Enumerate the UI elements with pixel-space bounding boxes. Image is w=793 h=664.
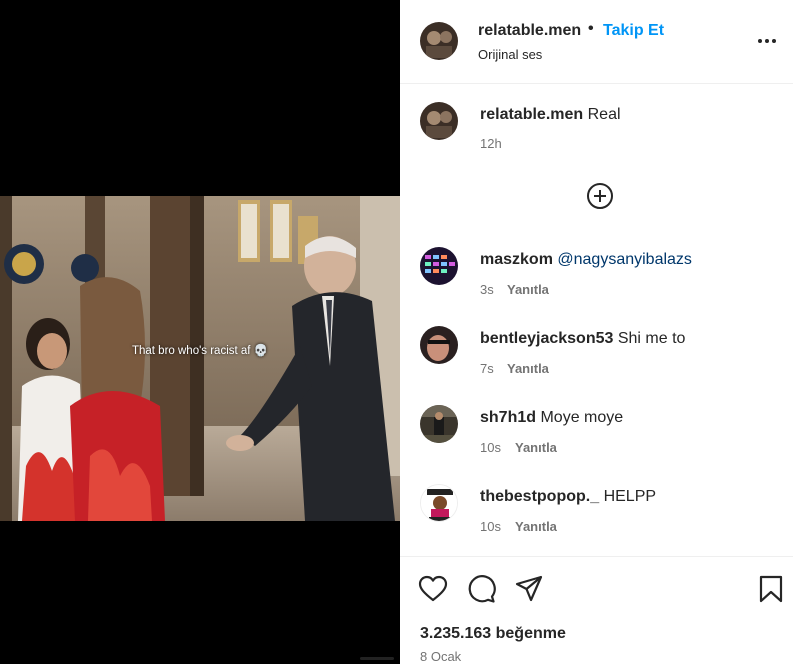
comment-item: bentleyjackson53 Shi me to 7s Yanıtla [400,326,793,396]
comment-username[interactable]: sh7h1d [480,409,536,426]
comment-mention[interactable]: @nagysanyibalazs [557,251,692,268]
post-header: relatable.men • Takip Et Orijinal ses [400,0,793,84]
post-date[interactable]: 8 Ocak [420,649,461,664]
comment-username[interactable]: maszkom [480,251,553,268]
caption-author-avatar[interactable] [420,102,458,140]
comment-text: HELPP [603,488,657,505]
comment-line: bentleyjackson53 Shi me to [480,330,685,348]
comment-line: maszkom @nagysanyibalazs [480,251,692,269]
comment-text: Moye moye [540,409,624,426]
comment-item: maszkom @nagysanyibalazs 3s Yanıtla [400,247,793,317]
video-still-image [0,196,400,521]
follow-button[interactable]: Takip Et [603,22,664,40]
reply-button[interactable]: Yanıtla [507,361,549,376]
author-username[interactable]: relatable.men [478,22,581,40]
comment-username[interactable]: bentleyjackson53 [480,330,613,347]
comment-line: sh7h1d Moye moye [480,409,623,427]
caption-username[interactable]: relatable.men [480,106,583,123]
load-more-comments-icon[interactable] [586,182,614,210]
comment-username[interactable]: thebestpopop._ [480,488,599,505]
caption-text: Real [587,106,621,123]
commenter-avatar[interactable] [420,405,458,443]
comment-item: sh7h1d Moye moye 10s Yanıtla [400,405,793,475]
video-progress-indicator [360,657,394,660]
post-detail-panel: relatable.men • Takip Et Orijinal ses re… [400,0,793,664]
reply-button[interactable]: Yanıtla [515,519,557,534]
heart-icon[interactable] [418,574,448,604]
caption-timestamp[interactable]: 12h [480,136,502,151]
share-icon[interactable] [514,574,544,604]
commenter-avatar[interactable] [420,247,458,285]
comment-timestamp[interactable]: 7s [480,361,494,376]
bookmark-icon[interactable] [756,574,786,604]
reply-button[interactable]: Yanıtla [515,440,557,455]
commenter-avatar[interactable] [420,484,458,522]
more-options-icon[interactable] [754,30,780,50]
comment-text: Shi me to [617,330,686,347]
video-caption-overlay: That bro who's racist af 💀 [131,345,269,357]
caption-line: relatable.men Real [480,106,621,124]
post-caption: relatable.men Real 12h [400,96,793,166]
reply-button[interactable]: Yanıtla [507,282,549,297]
commenter-avatar[interactable] [420,326,458,364]
audio-label[interactable]: Orijinal ses [478,47,542,62]
comment-icon[interactable] [466,574,496,604]
comment-line: thebestpopop._ HELPP [480,488,656,506]
video-player[interactable]: That bro who's racist af 💀 [0,0,400,664]
post-actions-bar: 3.235.163 beğenme 8 Ocak [400,556,793,664]
video-frame[interactable] [0,196,400,521]
comment-item: thebestpopop._ HELPP 10s Yanıtla [400,484,793,554]
comment-timestamp[interactable]: 10s [480,519,501,534]
like-count[interactable]: 3.235.163 beğenme [420,625,566,643]
author-avatar[interactable] [420,22,458,60]
comment-timestamp[interactable]: 3s [480,282,494,297]
separator-dot: • [588,20,594,37]
comment-timestamp[interactable]: 10s [480,440,501,455]
